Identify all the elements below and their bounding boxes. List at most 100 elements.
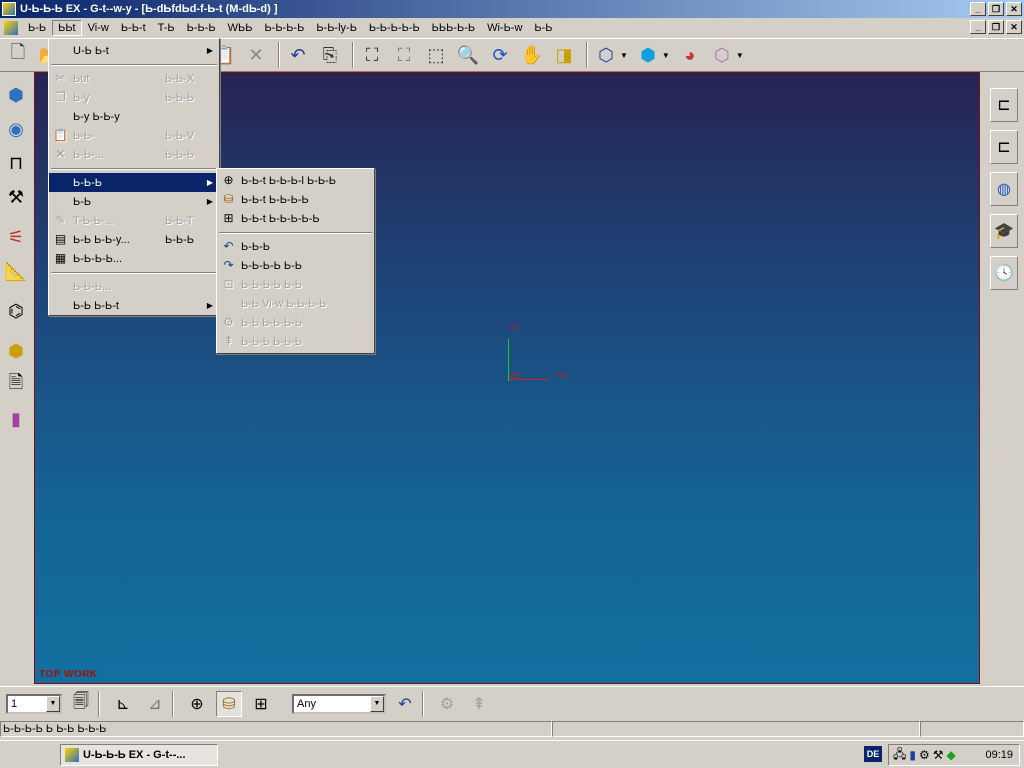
menu-item-copy[interactable]: ❐ Ь-y Ь-Ь-Ь <box>49 88 219 107</box>
menu-item-transform[interactable]: ✎ T-Ь-Ь-... Ь-Ь-T <box>49 211 219 230</box>
history-icon[interactable]: 🕓 <box>990 256 1018 290</box>
work-layer-combo[interactable]: 1 ▼ <box>6 693 62 714</box>
tray-battery-icon[interactable]: ▮ <box>909 748 916 762</box>
menu-insert[interactable]: Ь-Ь-t <box>115 20 152 36</box>
menu-assemblies[interactable]: Ь-Ь-Ь-Ь <box>258 20 310 36</box>
menu-format[interactable]: Ь-Ь-Ь <box>181 20 222 36</box>
menu-analysis[interactable]: Ь-Ь-ly-Ь <box>310 20 363 36</box>
deselect-icon: ⊡ <box>223 277 234 291</box>
zoom-area-icon[interactable]: ⬚ <box>422 41 450 69</box>
snap-level-icon[interactable]: ⇞ <box>466 691 492 717</box>
view-cube-icon[interactable]: ⬡ <box>708 41 736 69</box>
title-bar: U-Ь-Ь-Ь EX - G-t--w-y - [Ь-dЬfdЬd-f-Ь-t … <box>0 0 1024 18</box>
tray-settings-icon[interactable]: ⚙ <box>919 748 930 762</box>
assembly-icon[interactable]: ⬢ <box>2 337 30 365</box>
menu-item-paste[interactable]: 📋 Ь-Ь- Ь-Ь-V <box>49 126 219 145</box>
modeling-icon[interactable]: ⬢ <box>2 81 30 109</box>
menu-item-delete[interactable]: ✕ Ь-Ь-... Ь-Ь-Ь <box>49 145 219 164</box>
shape-studio-icon[interactable]: ◉ <box>2 115 30 143</box>
submenu-item-clip[interactable]: ⚙ Ь-Ь Ь-Ь-Ь-Ь <box>217 313 374 332</box>
chevron-down-icon[interactable]: ▼ <box>370 695 384 712</box>
tray-security-icon[interactable]: ◆ <box>947 748 956 762</box>
menu-file[interactable]: Ь-Ь <box>22 20 52 36</box>
submenu-item-select-feature[interactable]: ⛁ Ь-Ь-t Ь-Ь-Ь-Ь <box>217 190 374 209</box>
chevron-down-icon[interactable]: ▼ <box>620 51 628 60</box>
point-snap-icon[interactable]: ⊕ <box>184 691 210 717</box>
wcs-icon[interactable]: ⊾ <box>110 691 136 717</box>
cut-icon: ✂ <box>55 71 66 85</box>
menu-item-properties[interactable]: ▦ Ь-Ь-Ь-Ь... <box>49 249 219 268</box>
close-button[interactable]: ✕ <box>1006 2 1022 16</box>
menu-item-copy-display[interactable]: Ь-y Ь-Ь-y <box>49 107 219 126</box>
menu-item-object-display[interactable]: ▤ Ь-Ь Ь-Ь-y... Ь-Ь-Ь <box>49 230 219 249</box>
manufacturing-icon[interactable]: ⚒ <box>2 183 30 211</box>
submenu-item-view-selection[interactable]: Ь-Ь Vi-w Ь-Ь-Ь-Ь <box>217 294 374 313</box>
menu-item-hide[interactable]: Ь-Ь ▶ <box>49 192 219 211</box>
status-bar: Ь-Ь-Ь-Ь Ь Ь-Ь Ь-Ь-Ь <box>0 721 1024 739</box>
submenu-item-reverse[interactable]: ↶ Ь-Ь-Ь <box>217 237 374 256</box>
snap-point-icon[interactable]: ⚙ <box>434 691 460 717</box>
documentation-icon[interactable]: 🗎 <box>2 371 30 399</box>
rotate-view-icon[interactable]: ⟳ <box>486 41 514 69</box>
menu-item-selection[interactable]: Ь-Ь-Ь ▶ <box>49 173 219 192</box>
web-browser-icon[interactable]: ◍ <box>990 172 1018 206</box>
body-select-icon[interactable]: ⊞ <box>248 691 274 717</box>
submenu-item-select-body[interactable]: ⊞ Ь-Ь-t Ь-Ь-Ь-Ь-Ь <box>217 209 374 228</box>
csys-icon[interactable]: ⊿ <box>142 691 168 717</box>
maximize-button[interactable]: ❐ <box>988 2 1004 16</box>
menu-preferences[interactable]: Ь-Ь-Ь-Ь-Ь <box>363 20 426 36</box>
training-icon[interactable]: 🎓 <box>990 214 1018 248</box>
taskbar-button-app[interactable]: U-Ь-Ь-Ь EX - G-t--... <box>60 744 218 766</box>
language-indicator[interactable]: DE <box>864 746 882 762</box>
menu-edit[interactable]: ЬЬt <box>52 20 82 36</box>
tray-tool-icon[interactable]: ⚒ <box>933 748 944 762</box>
layer-settings-icon[interactable]: 🗐 <box>68 691 94 717</box>
chevron-down-icon[interactable]: ▼ <box>46 695 60 712</box>
delete-toolbar-icon[interactable]: ✕ <box>242 41 270 69</box>
feature-select-icon[interactable]: ⛁ <box>216 690 242 717</box>
routing-icon[interactable]: 📐 <box>2 257 30 285</box>
menu-item-cut[interactable]: ✂ Ьut Ь-Ь-X <box>49 69 219 88</box>
menu-item-sketch[interactable]: Ь-Ь-Ь... <box>49 277 219 296</box>
submenu-item-level[interactable]: ⇞ Ь-Ь-Ь Ь-Ь-Ь <box>217 332 374 351</box>
zoom-window-icon[interactable]: ⛶ <box>390 41 418 69</box>
menu-help[interactable]: Ь-Ь <box>528 20 558 36</box>
repeat-command-icon[interactable]: ⎘ <box>316 41 344 69</box>
menu-application[interactable]: ЬЬЬ-Ь-Ь <box>426 20 481 36</box>
level-icon: ⇞ <box>223 334 234 348</box>
submenu-item-reverse-all[interactable]: ↷ Ь-Ь-Ь-Ь Ь-Ь <box>217 256 374 275</box>
perspective-icon[interactable]: ◨ <box>550 41 578 69</box>
tray-network-icon[interactable]: 🖧 <box>893 745 906 766</box>
minimize-button[interactable]: _ <box>970 2 986 16</box>
part-family-icon[interactable]: ▮ <box>2 405 30 433</box>
chevron-down-icon[interactable]: ▼ <box>662 51 670 60</box>
menu-window[interactable]: Wi-Ь-w <box>481 20 528 36</box>
sheet-metal-icon[interactable]: ⌬ <box>2 297 30 325</box>
submenu-item-deselect-all[interactable]: ⊡ Ь-Ь-Ь-Ь Ь-Ь <box>217 275 374 294</box>
shaded-icon[interactable]: ⬢ <box>634 41 662 69</box>
doc-close-button[interactable]: ✕ <box>1006 20 1022 34</box>
reset-filter-icon[interactable]: ↶ <box>392 691 418 717</box>
menu-item-feature[interactable]: Ь-Ь Ь-Ь-t ▶ <box>49 296 219 315</box>
type-filter-combo[interactable]: Any ▼ <box>292 693 386 714</box>
menu-web[interactable]: WЬЬ <box>222 20 259 36</box>
fit-view-icon[interactable]: ⛶ <box>358 41 386 69</box>
zoom-icon[interactable]: 🔍 <box>454 41 482 69</box>
undo-icon[interactable]: ↶ <box>284 41 312 69</box>
analysis-icon[interactable]: ⚟ <box>2 223 30 251</box>
color-palette-icon[interactable]: ◕ <box>676 41 704 69</box>
drafting-icon[interactable]: ⊓ <box>2 149 30 177</box>
menu-view[interactable]: Vi-w <box>82 20 115 36</box>
chevron-down-icon[interactable]: ▼ <box>736 51 744 60</box>
assembly-navigator-icon[interactable]: ⊏ <box>990 88 1018 122</box>
document-icon[interactable] <box>4 21 18 35</box>
wireframe-icon[interactable]: ⬡ <box>592 41 620 69</box>
menu-item-undo-list[interactable]: U-Ь Ь-t ▶ <box>49 41 219 60</box>
menu-tools[interactable]: T-Ь <box>152 20 181 36</box>
part-navigator-icon[interactable]: ⊏ <box>990 130 1018 164</box>
doc-restore-button[interactable]: ❐ <box>988 20 1004 34</box>
new-file-icon[interactable]: 🗋 <box>4 41 32 69</box>
submenu-item-select-all[interactable]: ⊕ Ь-Ь-t Ь-Ь-Ь-l Ь-Ь-Ь <box>217 171 374 190</box>
doc-minimize-button[interactable]: _ <box>970 20 986 34</box>
pan-icon[interactable]: ✋ <box>518 41 546 69</box>
